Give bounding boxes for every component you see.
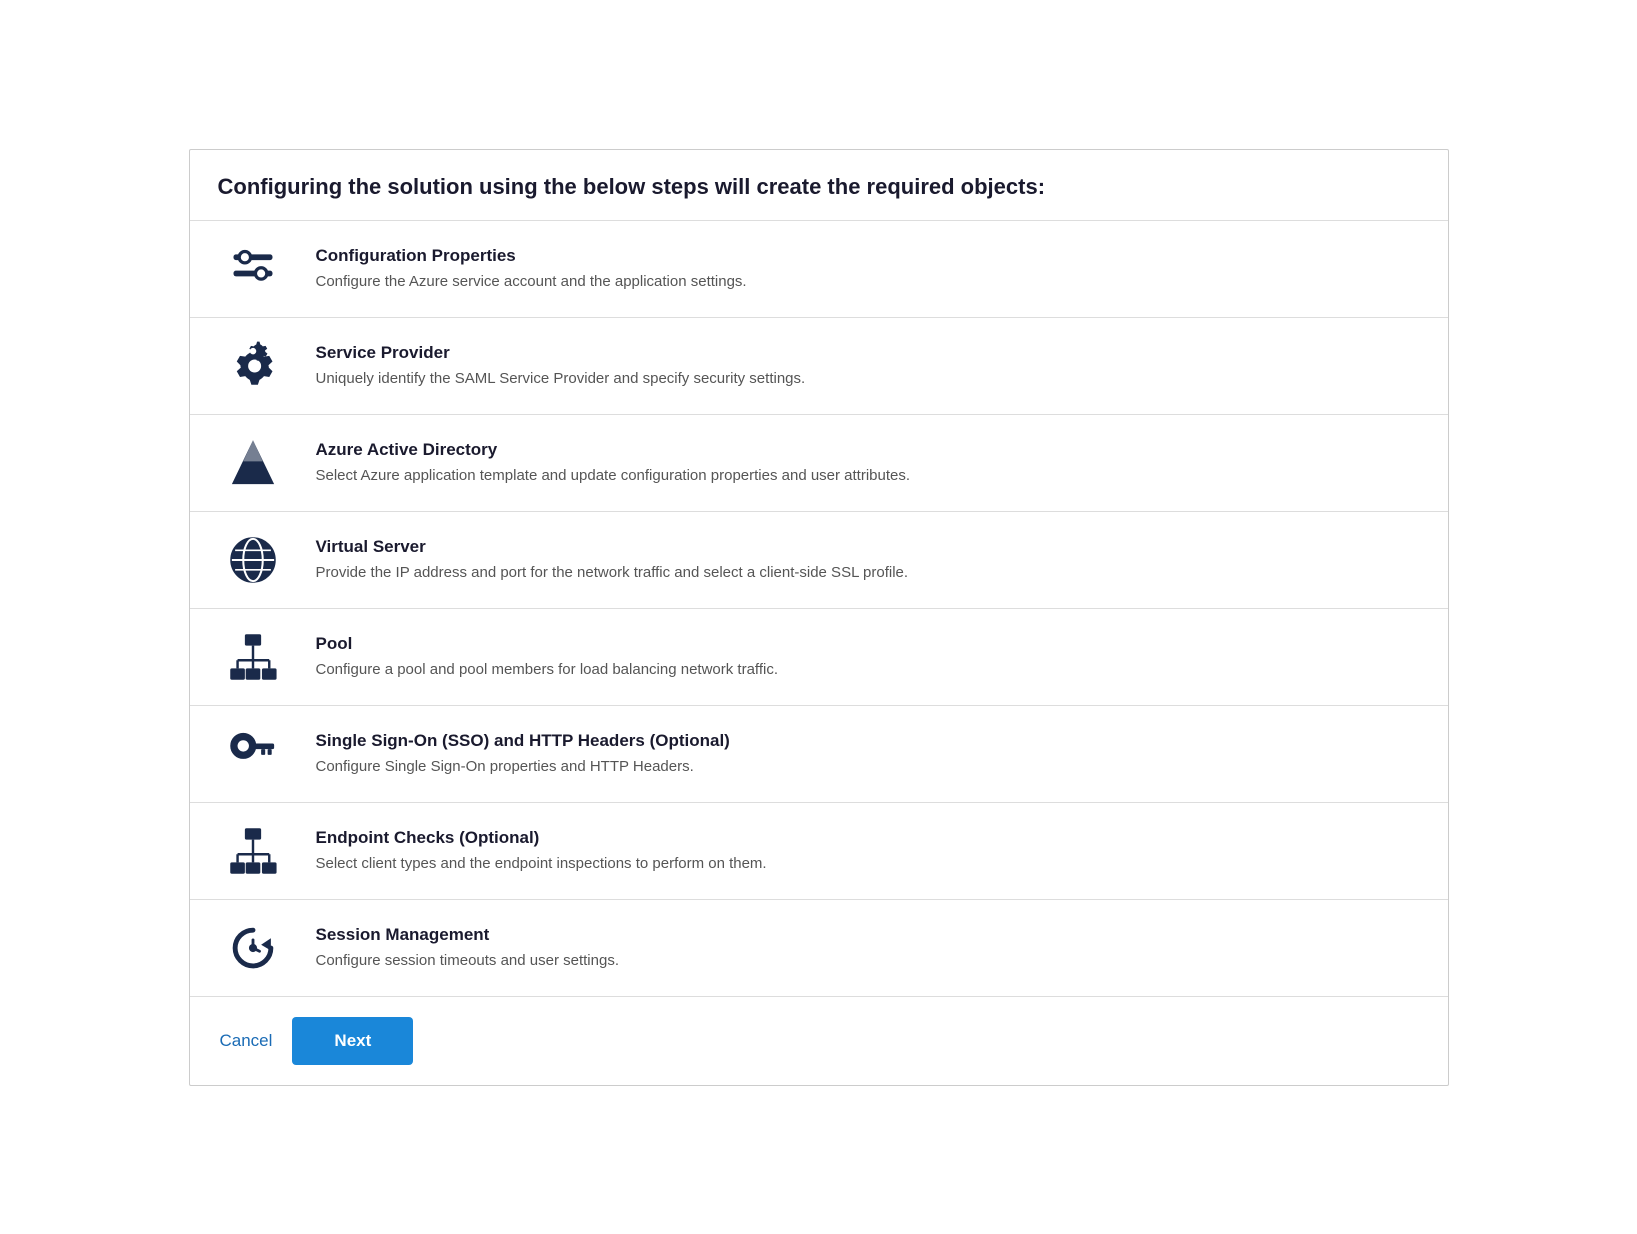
next-button[interactable]: Next — [292, 1017, 413, 1065]
step-content-sso: Single Sign-On (SSO) and HTTP Headers (O… — [316, 731, 1420, 777]
step-content-config-properties: Configuration Properties Configure the A… — [316, 246, 1420, 292]
wizard-header: Configuring the solution using the below… — [190, 150, 1448, 221]
step-desc-endpoint-checks: Select client types and the endpoint ins… — [316, 853, 1420, 874]
step-content-endpoint-checks: Endpoint Checks (Optional) Select client… — [316, 828, 1420, 874]
step-list: Configuration Properties Configure the A… — [190, 221, 1448, 997]
cancel-button[interactable]: Cancel — [218, 1025, 275, 1057]
step-item-pool: Pool Configure a pool and pool members f… — [190, 609, 1448, 706]
step-title-sso: Single Sign-On (SSO) and HTTP Headers (O… — [316, 731, 1420, 751]
wizard-container: Configuring the solution using the below… — [189, 149, 1449, 1086]
step-content-service-provider: Service Provider Uniquely identify the S… — [316, 343, 1420, 389]
step-desc-pool: Configure a pool and pool members for lo… — [316, 659, 1420, 680]
step-item-sso: Single Sign-On (SSO) and HTTP Headers (O… — [190, 706, 1448, 803]
network-icon — [218, 631, 288, 683]
step-item-session-management: Session Management Configure session tim… — [190, 900, 1448, 997]
step-content-virtual-server: Virtual Server Provide the IP address an… — [316, 537, 1420, 583]
gear-icon — [218, 340, 288, 392]
wizard-title: Configuring the solution using the below… — [218, 174, 1420, 200]
step-item-virtual-server: Virtual Server Provide the IP address an… — [190, 512, 1448, 609]
step-item-service-provider: Service Provider Uniquely identify the S… — [190, 318, 1448, 415]
step-title-endpoint-checks: Endpoint Checks (Optional) — [316, 828, 1420, 848]
step-item-endpoint-checks: Endpoint Checks (Optional) Select client… — [190, 803, 1448, 900]
step-desc-service-provider: Uniquely identify the SAML Service Provi… — [316, 368, 1420, 389]
step-desc-config-properties: Configure the Azure service account and … — [316, 271, 1420, 292]
step-content-azure-ad: Azure Active Directory Select Azure appl… — [316, 440, 1420, 486]
step-desc-azure-ad: Select Azure application template and up… — [316, 465, 1420, 486]
step-title-azure-ad: Azure Active Directory — [316, 440, 1420, 460]
step-title-virtual-server: Virtual Server — [316, 537, 1420, 557]
step-title-pool: Pool — [316, 634, 1420, 654]
session-icon — [218, 922, 288, 974]
wizard-footer: Cancel Next — [190, 997, 1448, 1085]
step-title-config-properties: Configuration Properties — [316, 246, 1420, 266]
step-title-session-management: Session Management — [316, 925, 1420, 945]
step-desc-session-management: Configure session timeouts and user sett… — [316, 950, 1420, 971]
azure-icon — [218, 437, 288, 489]
globe-icon — [218, 534, 288, 586]
step-desc-virtual-server: Provide the IP address and port for the … — [316, 562, 1420, 583]
step-item-config-properties: Configuration Properties Configure the A… — [190, 221, 1448, 318]
key-icon — [218, 728, 288, 780]
sliders-icon — [218, 243, 288, 295]
step-item-azure-ad: Azure Active Directory Select Azure appl… — [190, 415, 1448, 512]
step-content-session-management: Session Management Configure session tim… — [316, 925, 1420, 971]
step-content-pool: Pool Configure a pool and pool members f… — [316, 634, 1420, 680]
network2-icon — [218, 825, 288, 877]
step-title-service-provider: Service Provider — [316, 343, 1420, 363]
step-desc-sso: Configure Single Sign-On properties and … — [316, 756, 1420, 777]
